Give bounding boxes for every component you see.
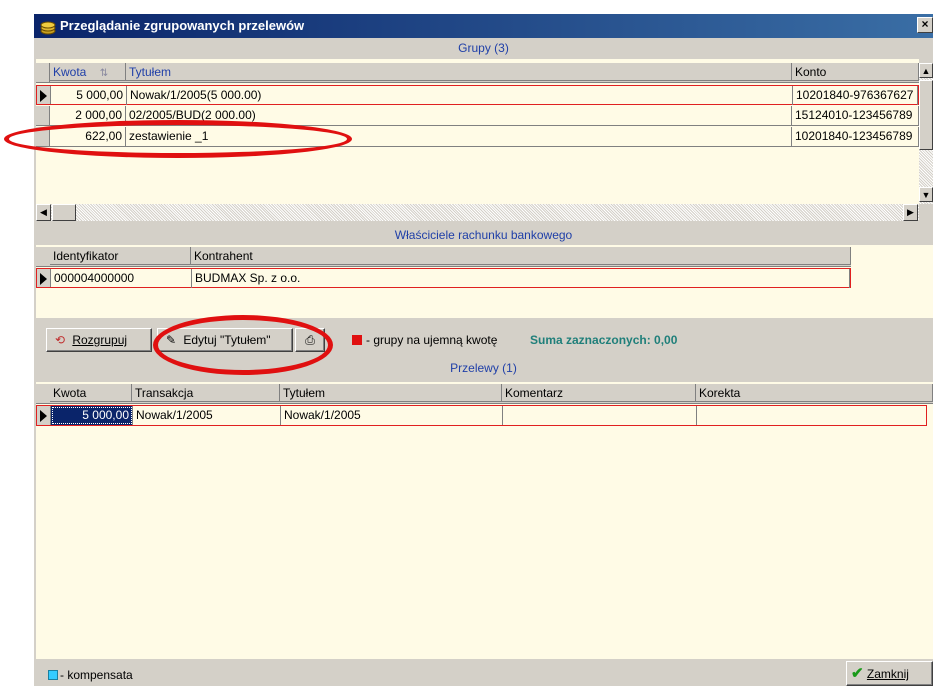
cell-korekta bbox=[697, 406, 926, 425]
column-header-tytulem[interactable]: Tytułem bbox=[126, 63, 792, 81]
column-header-tytulem[interactable]: Tytułem bbox=[280, 384, 502, 402]
highlight-ellipse-edit-button bbox=[153, 315, 333, 375]
row-indicator-header bbox=[36, 63, 50, 82]
owners-header: Identyfikator Kontrahent bbox=[36, 247, 851, 267]
close-button[interactable]: ✔ Zamknij bbox=[846, 661, 933, 686]
current-row-arrow-icon bbox=[40, 410, 47, 422]
scroll-right-icon[interactable]: ▶ bbox=[903, 204, 918, 221]
current-row-arrow-icon bbox=[40, 273, 47, 285]
ungroup-label: Rozgrupuj bbox=[72, 333, 128, 347]
transfers-header: Kwota Transakcja Tytułem Komentarz Korek… bbox=[36, 384, 933, 404]
ungroup-button[interactable]: ⟲ Rozgrupuj bbox=[46, 328, 152, 352]
coins-icon bbox=[40, 18, 57, 35]
selected-sum: Suma zaznaczonych: 0,00 bbox=[530, 333, 678, 347]
column-header-label: Kwota bbox=[53, 65, 87, 79]
negative-group-legend: - grupy na ujemną kwotę bbox=[366, 333, 498, 347]
column-header-transakcja[interactable]: Transakcja bbox=[132, 384, 280, 402]
checkmark-icon: ✔ bbox=[851, 665, 864, 682]
negative-group-color-swatch bbox=[352, 335, 362, 345]
cell-transakcja: Nowak/1/2005 bbox=[133, 406, 281, 425]
cell-konto: 10201840-123456789 bbox=[792, 127, 919, 146]
sort-icon: ⇅ bbox=[99, 68, 109, 79]
scroll-left-icon[interactable]: ◀ bbox=[36, 204, 51, 221]
scroll-down-icon[interactable]: ▼ bbox=[919, 187, 933, 202]
table-row[interactable]: 000004000000 BUDMAX Sp. z o.o. bbox=[36, 268, 851, 288]
row-indicator bbox=[37, 269, 51, 287]
scroll-up-icon[interactable]: ▲ bbox=[919, 63, 933, 78]
highlight-ellipse-row bbox=[4, 120, 352, 158]
column-header-label: Konto bbox=[795, 65, 827, 79]
cell-konto: 15124010-123456789 bbox=[792, 106, 919, 125]
compensation-legend: - kompensata bbox=[60, 668, 133, 682]
window-title: Przeglądanie zgrupowanych przelewów bbox=[60, 18, 305, 33]
cell-konto: 10201840-976367627 bbox=[793, 86, 918, 105]
column-header-komentarz[interactable]: Komentarz bbox=[502, 384, 696, 402]
row-indicator bbox=[36, 106, 50, 125]
current-row-arrow-icon bbox=[40, 90, 47, 102]
scrollbar-thumb[interactable] bbox=[919, 80, 933, 150]
table-row[interactable]: 5 000,00 Nowak/1/2005(5 000.00) 10201840… bbox=[36, 85, 919, 105]
cell-tytulem: Nowak/1/2005 bbox=[281, 406, 503, 425]
compensation-color-swatch bbox=[48, 670, 58, 680]
groups-header: Kwota ⇅ Tytułem Konto bbox=[36, 63, 919, 83]
groups-section-title: Grupy (3) bbox=[34, 38, 933, 59]
cell-kontrahent: BUDMAX Sp. z o.o. bbox=[192, 269, 850, 288]
column-header-korekta[interactable]: Korekta bbox=[696, 384, 933, 402]
row-indicator bbox=[37, 406, 51, 425]
table-row[interactable]: 5 000,00 Nowak/1/2005 Nowak/1/2005 bbox=[36, 405, 927, 426]
close-label: Zamknij bbox=[866, 667, 909, 681]
groups-horizontal-scrollbar[interactable] bbox=[36, 204, 919, 221]
owners-section-title: Właściciele rachunku bankowego bbox=[34, 225, 933, 245]
column-header-label: Tytułem bbox=[129, 65, 172, 79]
column-header-kwota[interactable]: Kwota ⇅ bbox=[50, 63, 126, 81]
row-indicator bbox=[37, 86, 51, 104]
cell-komentarz bbox=[503, 406, 697, 425]
column-header-identyfikator[interactable]: Identyfikator bbox=[50, 247, 191, 265]
cell-kwota: 5 000,00 bbox=[51, 86, 127, 105]
column-header-konto[interactable]: Konto bbox=[792, 63, 919, 81]
cell-identyfikator: 000004000000 bbox=[51, 269, 192, 288]
column-header-kontrahent[interactable]: Kontrahent bbox=[191, 247, 851, 265]
close-icon[interactable]: × bbox=[917, 17, 933, 33]
cell-tytulem: Nowak/1/2005(5 000.00) bbox=[127, 86, 793, 105]
column-header-kwota[interactable]: Kwota bbox=[50, 384, 132, 402]
scrollbar-thumb[interactable] bbox=[52, 204, 76, 221]
cell-kwota-selected[interactable]: 5 000,00 bbox=[51, 406, 133, 425]
ungroup-icon: ⟲ bbox=[54, 333, 66, 347]
